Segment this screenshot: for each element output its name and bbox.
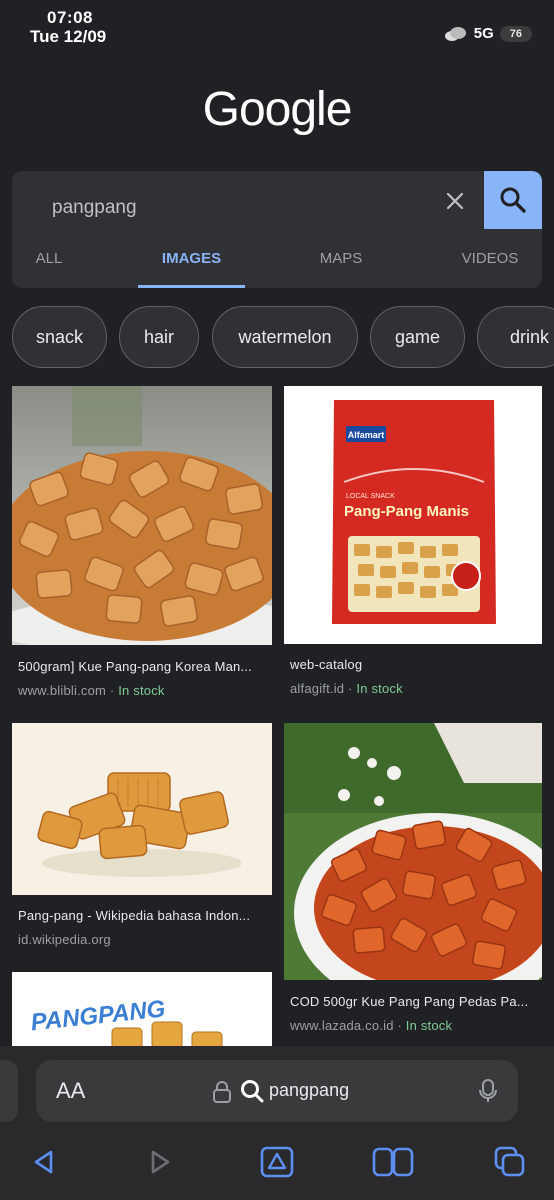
close-icon — [446, 192, 464, 210]
back-icon — [34, 1150, 53, 1174]
tab-maps[interactable]: MAPS — [302, 229, 380, 288]
chip-drink[interactable]: drink — [477, 306, 554, 368]
result-thumbnail — [12, 386, 272, 645]
battery-indicator: 76 — [499, 25, 532, 42]
microphone-icon[interactable] — [478, 1078, 498, 1104]
result-meta: id.wikipedia.org — [18, 932, 266, 947]
result-title: Pang-pang - Wikipedia bahasa Indon... — [18, 908, 251, 923]
tabs-icon — [494, 1146, 525, 1177]
address-bar[interactable]: AA pangpang — [36, 1060, 518, 1122]
stock-status: In stock — [118, 683, 165, 698]
search-icon — [241, 1080, 264, 1103]
tab-label: IMAGES — [161, 250, 222, 267]
book-icon — [372, 1147, 414, 1177]
meta-separator: · — [344, 681, 357, 696]
snack-photo — [284, 723, 542, 980]
network-label: 5G — [473, 25, 494, 42]
search-button[interactable] — [484, 171, 542, 229]
text-size-button[interactable]: AA — [56, 1078, 85, 1104]
clear-button[interactable] — [441, 187, 469, 215]
search-tabs: ALL IMAGES MAPS VIDEOS — [12, 229, 542, 288]
result-meta: www.lazada.co.id · In stock — [290, 1018, 536, 1033]
package-name-text: Pang-Pang Manis — [344, 503, 469, 520]
chip-snack[interactable]: snack — [12, 306, 107, 368]
result-thumbnail — [12, 723, 272, 895]
snack-photo — [12, 723, 272, 895]
status-icons: 5G 76 — [444, 25, 532, 42]
forward-button[interactable] — [140, 1142, 180, 1182]
meta-separator: · — [393, 1018, 406, 1033]
tab-label: MAPS — [319, 250, 363, 267]
result-meta: alfagift.id · In stock — [290, 681, 536, 696]
google-logo: Google — [202, 83, 353, 136]
result-meta: www.blibli.com · In stock — [18, 683, 266, 698]
previous-tab-preview[interactable] — [0, 1060, 18, 1122]
cloud-icon — [444, 26, 466, 41]
image-result[interactable]: 500gram] Kue Pang-pang Korea Man... www.… — [12, 386, 272, 709]
result-caption: web-catalog alfagift.id · In stock — [284, 644, 542, 709]
text-size-label: AA — [56, 1078, 86, 1103]
result-thumbnail — [284, 723, 542, 980]
status-date: Tue 12/09 — [30, 27, 107, 46]
package-brand-text: Alfamart — [348, 430, 385, 440]
active-tab-underline — [138, 285, 245, 288]
image-result[interactable]: Pang-pang - Wikipedia bahasa Indon... id… — [12, 723, 272, 958]
status-time: 07:08 — [47, 8, 93, 27]
result-title: COD 500gr Kue Pang Pang Pedas Pa... — [290, 994, 529, 1009]
tab-all[interactable]: ALL — [12, 229, 86, 288]
image-result[interactable]: COD 500gr Kue Pang Pang Pedas Pa... www.… — [284, 723, 542, 1045]
status-bar: 07:08 Tue 12/09 5G 76 — [0, 0, 554, 60]
navigation-row — [0, 1142, 554, 1182]
result-caption: COD 500gr Kue Pang Pang Pedas Pa... www.… — [284, 980, 542, 1045]
chip-hair[interactable]: hair — [119, 306, 199, 368]
snack-photo — [12, 386, 272, 645]
chip-game[interactable]: game — [370, 306, 465, 368]
result-thumbnail: Alfamart LOCAL SNACK Pang-Pang Manis — [284, 386, 542, 644]
tab-videos[interactable]: VIDEOS — [448, 229, 532, 288]
tab-label: ALL — [35, 250, 63, 267]
tabs-button[interactable] — [490, 1142, 530, 1182]
snack-package-photo: Alfamart LOCAL SNACK Pang-Pang Manis — [284, 386, 542, 644]
lock-icon — [213, 1081, 231, 1103]
image-result[interactable]: PANGPANG — [12, 972, 272, 1046]
browser-toolbar: AA pangpang — [0, 1046, 554, 1200]
tab-label: VIDEOS — [461, 250, 519, 267]
address-text: pangpang — [269, 1080, 350, 1100]
result-title: web-catalog — [290, 657, 363, 672]
package-tag-text: LOCAL SNACK — [346, 493, 395, 500]
search-icon — [500, 187, 526, 213]
chip-watermelon[interactable]: watermelon — [212, 306, 358, 368]
image-result[interactable]: Alfamart LOCAL SNACK Pang-Pang Manis web… — [284, 386, 542, 709]
result-source: www.lazada.co.id — [290, 1018, 394, 1033]
bookmarks-button[interactable] — [371, 1142, 415, 1182]
back-button[interactable] — [24, 1142, 64, 1182]
search-card: ALL IMAGES MAPS VIDEOS — [12, 171, 542, 288]
tab-images[interactable]: IMAGES — [138, 229, 245, 288]
home-icon — [260, 1146, 294, 1178]
forward-icon — [151, 1150, 170, 1174]
stock-status: In stock — [405, 1018, 453, 1033]
meta-separator: · — [106, 683, 119, 698]
result-caption: 500gram] Kue Pang-pang Korea Man... www.… — [12, 645, 272, 709]
snack-package-photo: PANGPANG — [12, 972, 272, 1046]
search-input[interactable] — [52, 195, 422, 221]
result-caption: Pang-pang - Wikipedia bahasa Indon... id… — [12, 895, 272, 958]
stock-status: In stock — [356, 681, 403, 696]
filter-chips: snack hair watermelon game drink — [12, 306, 554, 368]
result-title: 500gram] Kue Pang-pang Korea Man... — [18, 659, 252, 674]
home-button[interactable] — [257, 1142, 297, 1182]
result-source: id.wikipedia.org — [18, 932, 111, 947]
result-source: alfagift.id — [290, 681, 345, 696]
result-source: www.blibli.com — [18, 683, 107, 698]
